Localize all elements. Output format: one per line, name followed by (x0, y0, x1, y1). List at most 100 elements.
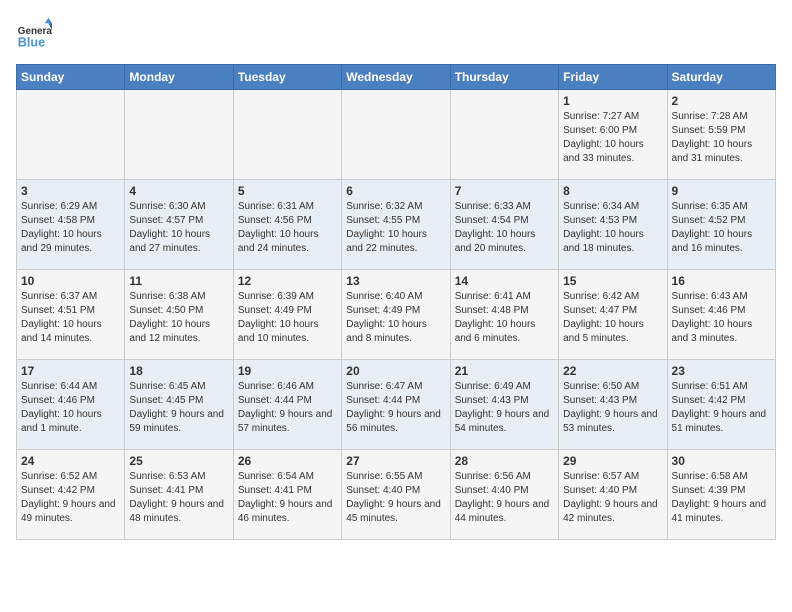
calendar-week-row: 3 Sunrise: 6:29 AMSunset: 4:58 PMDayligh… (17, 180, 776, 270)
calendar-cell: 15 Sunrise: 6:42 AMSunset: 4:47 PMDaylig… (559, 270, 667, 360)
day-number: 25 (129, 454, 228, 468)
calendar-cell: 6 Sunrise: 6:32 AMSunset: 4:55 PMDayligh… (342, 180, 450, 270)
day-info: Sunrise: 6:58 AMSunset: 4:39 PMDaylight:… (672, 470, 771, 526)
calendar-cell: 10 Sunrise: 6:37 AMSunset: 4:51 PMDaylig… (17, 270, 125, 360)
day-number: 1 (563, 94, 662, 108)
day-info: Sunrise: 7:27 AMSunset: 6:00 PMDaylight:… (563, 110, 662, 166)
day-info: Sunrise: 6:38 AMSunset: 4:50 PMDaylight:… (129, 290, 228, 346)
weekday-header: Monday (125, 65, 233, 90)
calendar-cell: 4 Sunrise: 6:30 AMSunset: 4:57 PMDayligh… (125, 180, 233, 270)
calendar-cell: 30 Sunrise: 6:58 AMSunset: 4:39 PMDaylig… (667, 450, 775, 540)
day-info: Sunrise: 6:52 AMSunset: 4:42 PMDaylight:… (21, 470, 120, 526)
day-info: Sunrise: 6:35 AMSunset: 4:52 PMDaylight:… (672, 200, 771, 256)
calendar-cell: 26 Sunrise: 6:54 AMSunset: 4:41 PMDaylig… (233, 450, 341, 540)
calendar-cell: 13 Sunrise: 6:40 AMSunset: 4:49 PMDaylig… (342, 270, 450, 360)
calendar-cell: 18 Sunrise: 6:45 AMSunset: 4:45 PMDaylig… (125, 360, 233, 450)
calendar-cell: 11 Sunrise: 6:38 AMSunset: 4:50 PMDaylig… (125, 270, 233, 360)
calendar-cell: 7 Sunrise: 6:33 AMSunset: 4:54 PMDayligh… (450, 180, 558, 270)
calendar-week-row: 17 Sunrise: 6:44 AMSunset: 4:46 PMDaylig… (17, 360, 776, 450)
day-number: 14 (455, 274, 554, 288)
weekday-header: Thursday (450, 65, 558, 90)
day-number: 17 (21, 364, 120, 378)
calendar-cell: 23 Sunrise: 6:51 AMSunset: 4:42 PMDaylig… (667, 360, 775, 450)
weekday-header: Wednesday (342, 65, 450, 90)
calendar-cell: 24 Sunrise: 6:52 AMSunset: 4:42 PMDaylig… (17, 450, 125, 540)
day-info: Sunrise: 6:43 AMSunset: 4:46 PMDaylight:… (672, 290, 771, 346)
day-number: 15 (563, 274, 662, 288)
day-number: 28 (455, 454, 554, 468)
day-number: 19 (238, 364, 337, 378)
calendar-cell (450, 90, 558, 180)
day-number: 18 (129, 364, 228, 378)
calendar-cell: 25 Sunrise: 6:53 AMSunset: 4:41 PMDaylig… (125, 450, 233, 540)
day-info: Sunrise: 6:40 AMSunset: 4:49 PMDaylight:… (346, 290, 445, 346)
calendar-cell (125, 90, 233, 180)
day-info: Sunrise: 6:49 AMSunset: 4:43 PMDaylight:… (455, 380, 554, 436)
day-info: Sunrise: 6:57 AMSunset: 4:40 PMDaylight:… (563, 470, 662, 526)
day-number: 11 (129, 274, 228, 288)
calendar-cell (233, 90, 341, 180)
calendar-week-row: 1 Sunrise: 7:27 AMSunset: 6:00 PMDayligh… (17, 90, 776, 180)
day-number: 20 (346, 364, 445, 378)
day-info: Sunrise: 6:51 AMSunset: 4:42 PMDaylight:… (672, 380, 771, 436)
day-info: Sunrise: 6:53 AMSunset: 4:41 PMDaylight:… (129, 470, 228, 526)
svg-text:Blue: Blue (18, 36, 45, 50)
day-info: Sunrise: 6:33 AMSunset: 4:54 PMDaylight:… (455, 200, 554, 256)
calendar-cell: 27 Sunrise: 6:55 AMSunset: 4:40 PMDaylig… (342, 450, 450, 540)
day-info: Sunrise: 6:29 AMSunset: 4:58 PMDaylight:… (21, 200, 120, 256)
day-info: Sunrise: 6:42 AMSunset: 4:47 PMDaylight:… (563, 290, 662, 346)
calendar-cell: 9 Sunrise: 6:35 AMSunset: 4:52 PMDayligh… (667, 180, 775, 270)
day-number: 7 (455, 184, 554, 198)
day-info: Sunrise: 7:28 AMSunset: 5:59 PMDaylight:… (672, 110, 771, 166)
day-info: Sunrise: 6:32 AMSunset: 4:55 PMDaylight:… (346, 200, 445, 256)
day-number: 29 (563, 454, 662, 468)
day-number: 12 (238, 274, 337, 288)
day-number: 8 (563, 184, 662, 198)
day-number: 30 (672, 454, 771, 468)
day-info: Sunrise: 6:41 AMSunset: 4:48 PMDaylight:… (455, 290, 554, 346)
calendar-cell: 22 Sunrise: 6:50 AMSunset: 4:43 PMDaylig… (559, 360, 667, 450)
day-number: 22 (563, 364, 662, 378)
calendar-cell: 3 Sunrise: 6:29 AMSunset: 4:58 PMDayligh… (17, 180, 125, 270)
calendar-cell: 19 Sunrise: 6:46 AMSunset: 4:44 PMDaylig… (233, 360, 341, 450)
day-number: 10 (21, 274, 120, 288)
day-number: 3 (21, 184, 120, 198)
day-info: Sunrise: 6:56 AMSunset: 4:40 PMDaylight:… (455, 470, 554, 526)
calendar-cell: 5 Sunrise: 6:31 AMSunset: 4:56 PMDayligh… (233, 180, 341, 270)
day-info: Sunrise: 6:47 AMSunset: 4:44 PMDaylight:… (346, 380, 445, 436)
day-number: 4 (129, 184, 228, 198)
day-number: 13 (346, 274, 445, 288)
day-info: Sunrise: 6:44 AMSunset: 4:46 PMDaylight:… (21, 380, 120, 436)
logo-icon: General Blue (16, 16, 52, 52)
calendar-week-row: 10 Sunrise: 6:37 AMSunset: 4:51 PMDaylig… (17, 270, 776, 360)
day-info: Sunrise: 6:39 AMSunset: 4:49 PMDaylight:… (238, 290, 337, 346)
weekday-header-row: SundayMondayTuesdayWednesdayThursdayFrid… (17, 65, 776, 90)
calendar-table: SundayMondayTuesdayWednesdayThursdayFrid… (16, 64, 776, 540)
weekday-header: Friday (559, 65, 667, 90)
day-number: 2 (672, 94, 771, 108)
calendar-cell: 28 Sunrise: 6:56 AMSunset: 4:40 PMDaylig… (450, 450, 558, 540)
calendar-cell: 1 Sunrise: 7:27 AMSunset: 6:00 PMDayligh… (559, 90, 667, 180)
calendar-cell: 8 Sunrise: 6:34 AMSunset: 4:53 PMDayligh… (559, 180, 667, 270)
day-info: Sunrise: 6:50 AMSunset: 4:43 PMDaylight:… (563, 380, 662, 436)
day-info: Sunrise: 6:46 AMSunset: 4:44 PMDaylight:… (238, 380, 337, 436)
calendar-week-row: 24 Sunrise: 6:52 AMSunset: 4:42 PMDaylig… (17, 450, 776, 540)
calendar-cell (342, 90, 450, 180)
calendar-cell (17, 90, 125, 180)
day-info: Sunrise: 6:37 AMSunset: 4:51 PMDaylight:… (21, 290, 120, 346)
day-info: Sunrise: 6:30 AMSunset: 4:57 PMDaylight:… (129, 200, 228, 256)
day-number: 9 (672, 184, 771, 198)
weekday-header: Tuesday (233, 65, 341, 90)
calendar-cell: 16 Sunrise: 6:43 AMSunset: 4:46 PMDaylig… (667, 270, 775, 360)
day-info: Sunrise: 6:34 AMSunset: 4:53 PMDaylight:… (563, 200, 662, 256)
weekday-header: Saturday (667, 65, 775, 90)
day-number: 21 (455, 364, 554, 378)
day-number: 26 (238, 454, 337, 468)
calendar-cell: 20 Sunrise: 6:47 AMSunset: 4:44 PMDaylig… (342, 360, 450, 450)
day-info: Sunrise: 6:45 AMSunset: 4:45 PMDaylight:… (129, 380, 228, 436)
logo: General Blue (16, 16, 52, 52)
calendar-cell: 14 Sunrise: 6:41 AMSunset: 4:48 PMDaylig… (450, 270, 558, 360)
page-header: General Blue (16, 16, 776, 52)
day-number: 6 (346, 184, 445, 198)
day-number: 27 (346, 454, 445, 468)
